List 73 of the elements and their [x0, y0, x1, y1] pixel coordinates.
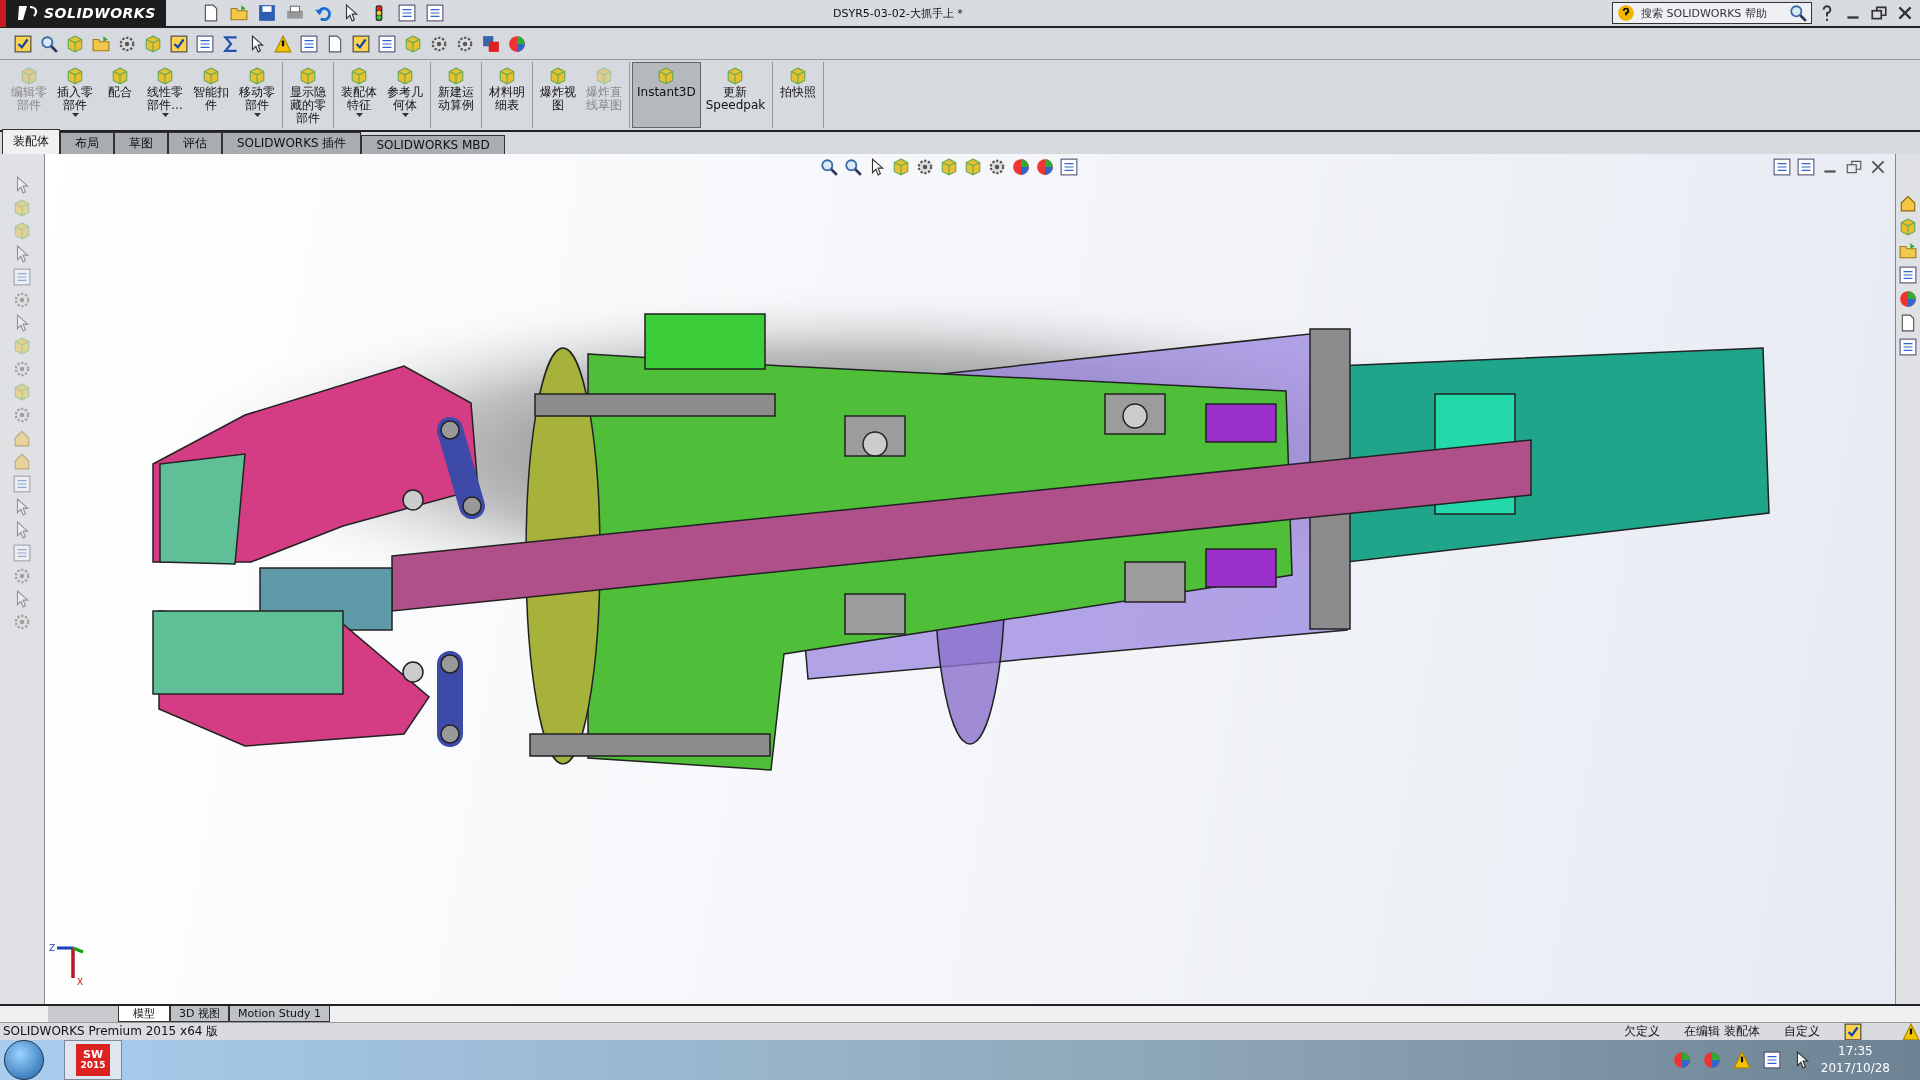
taskbar-app-button[interactable]: SW 2015 [64, 1040, 122, 1080]
window-title: DSYR5-03-02-大抓手上 * [832, 5, 964, 21]
ribbon-button[interactable]: 新建运 动算例 [433, 62, 479, 128]
ribbon-button[interactable]: 移动零 部件 [234, 62, 280, 128]
ribbon-button[interactable]: 插入零 部件 [52, 62, 98, 128]
cube-icon [447, 67, 465, 85]
cube-icon [66, 67, 84, 85]
copy-icon[interactable] [326, 34, 344, 53]
overlap-squares-icon[interactable] [482, 34, 500, 53]
appearance-icon[interactable] [1899, 290, 1917, 308]
ribbon-button[interactable]: 拍快照 [775, 62, 822, 128]
close-icon[interactable] [1896, 4, 1914, 22]
command-tab[interactable]: SOLIDWORKS MBD [361, 135, 505, 154]
ribbon-button[interactable]: 参考几 何体 [382, 62, 428, 128]
app-logo: SOLIDWORKS [0, 0, 166, 27]
close-icon[interactable] [1869, 158, 1887, 176]
cube-icon [202, 67, 220, 85]
command-tab[interactable]: 评估 [168, 132, 222, 154]
appearance-icon[interactable] [1012, 158, 1030, 176]
ribbon-button[interactable]: 装配体 特征 [336, 62, 382, 128]
document-tab[interactable]: 模型 [118, 1006, 170, 1022]
status-text: 在编辑 装配体 [1684, 1023, 1760, 1040]
folder-icon[interactable] [1899, 242, 1917, 260]
cube-icon [350, 67, 368, 85]
command-tab[interactable]: 草图 [114, 132, 168, 154]
command-tab[interactable]: 装配体 [2, 129, 60, 154]
ribbon-button[interactable]: 显示隐 藏的零 部件 [285, 62, 331, 128]
cube-icon [657, 67, 676, 85]
ribbon-button[interactable]: 爆炸视 图 [535, 62, 581, 128]
ribbon-button[interactable]: 线性零 部件... [142, 62, 188, 128]
command-tab[interactable]: 布局 [60, 132, 114, 154]
question-bubble-icon [1617, 4, 1635, 22]
home-icon[interactable] [1899, 194, 1917, 212]
list-icon[interactable] [425, 4, 444, 22]
document-tab[interactable]: Motion Study 1 [228, 1006, 330, 1022]
printer-icon[interactable] [285, 4, 304, 22]
undo-icon[interactable] [313, 4, 332, 22]
cube-icon [498, 67, 516, 85]
sigma-icon[interactable] [222, 34, 240, 53]
restore-icon[interactable] [1845, 158, 1863, 176]
cube-icon [20, 67, 38, 85]
ribbon-button[interactable]: Instant3D [632, 62, 701, 128]
ribbon-button[interactable]: 更新 Speedpak [700, 62, 771, 128]
save-icon[interactable] [257, 4, 276, 22]
cube-icon [156, 67, 174, 85]
search-icon[interactable] [1789, 4, 1807, 22]
command-tab[interactable]: SOLIDWORKS 插件 [222, 132, 362, 154]
ribbon-button[interactable]: 配合 [98, 62, 142, 128]
cube-icon [248, 67, 266, 85]
zoom-area-icon[interactable] [844, 158, 862, 176]
document-tab[interactable]: 3D 视图 [170, 1006, 229, 1022]
product-version: SOLIDWORKS Premium 2015 x64 版 [3, 1023, 220, 1040]
cube-icon [726, 67, 745, 85]
zoom-fit-icon[interactable] [820, 158, 838, 176]
cube-icon [111, 67, 129, 85]
axis-triad: Z X [49, 938, 97, 986]
status-text: 欠定义 [1624, 1023, 1661, 1040]
ribbon-button[interactable]: 材料明 细表 [484, 62, 530, 128]
restore-icon[interactable] [1870, 4, 1888, 22]
help-search-field[interactable]: 搜索 SOLIDWORKS 帮助 [1612, 2, 1812, 24]
cube-icon [299, 67, 317, 85]
cube-icon [595, 67, 613, 85]
open-folder-icon[interactable] [229, 4, 248, 22]
cube-icon [549, 67, 567, 85]
start-button[interactable] [4, 1040, 44, 1080]
cube-icon [789, 67, 808, 85]
cube-icon [396, 67, 414, 85]
ribbon-button[interactable]: 智能扣 件 [188, 62, 234, 128]
color-wheel-icon[interactable] [508, 34, 526, 53]
taskbar-clock[interactable]: 17:35 2017/10/28 [1820, 1043, 1890, 1077]
folder-icon[interactable] [92, 34, 110, 53]
status-text: 自定义 [1784, 1023, 1820, 1040]
warning-icon[interactable] [274, 34, 292, 53]
